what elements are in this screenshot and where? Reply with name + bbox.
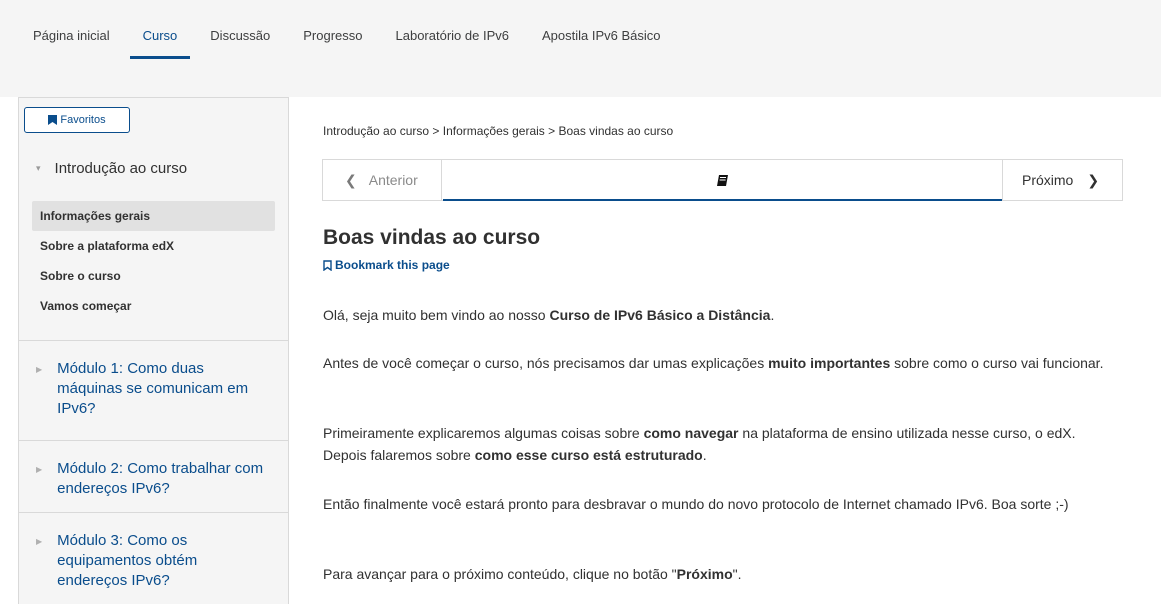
page-title: Boas vindas ao curso (323, 226, 541, 249)
text: ". (732, 566, 742, 582)
chapter-title: Módulo 2: Como trabalhar com endereços I… (57, 460, 264, 497)
expand-arrow-icon: ▶ (36, 537, 43, 546)
tab-home[interactable]: Página inicial (33, 28, 110, 55)
text-bold: como esse curso está estruturado (474, 447, 703, 463)
favorites-label: Favoritos (60, 114, 106, 126)
paragraph-intro: Antes de você começar o curso, nós preci… (323, 352, 1133, 374)
text: . (702, 447, 707, 463)
sequence-navigation: ❮ Anterior Próximo ❯ (322, 159, 1123, 201)
favorites-button[interactable]: Favoritos (24, 107, 130, 133)
sidebar-item-edx-platform[interactable]: Sobre a plataforma edX (32, 231, 275, 261)
paragraph-navigation: Primeiramente explicaremos algumas coisa… (323, 422, 1103, 466)
chapter-title: Módulo 1: Como duas máquinas se comunica… (57, 360, 249, 417)
tab-discussion[interactable]: Discussão (210, 28, 270, 55)
chapter-title: Módulo 3: Como os equipamentos obtém end… (57, 532, 198, 589)
course-tabs-bar: Página inicial Curso Discussão Progresso… (0, 0, 1161, 97)
tab-course[interactable]: Curso (129, 28, 190, 59)
paragraph-ready: Então finalmente você estará pronto para… (323, 496, 1069, 512)
chevron-left-icon: ❮ (345, 171, 357, 188)
sidebar-item-general-info[interactable]: Informações gerais (32, 201, 275, 231)
bookmark-page-button[interactable]: Bookmark this page (323, 258, 450, 272)
paragraph-next-hint: Para avançar para o próximo conteúdo, cl… (323, 563, 742, 585)
breadcrumb: Introdução ao curso > Informações gerais… (323, 124, 674, 138)
sequence-current-unit[interactable] (443, 160, 1002, 201)
tab-ipv6-handout[interactable]: Apostila IPv6 Básico (542, 28, 661, 55)
course-outline-sidebar: Favoritos ▾ Introdução ao curso Informaç… (18, 97, 289, 604)
book-icon (717, 174, 728, 186)
text-bold: Próximo (676, 566, 733, 582)
previous-label: Anterior (368, 172, 418, 188)
section-list: Informações gerais Sobre a plataforma ed… (32, 201, 275, 321)
chapter-title: Introdução ao curso (54, 160, 188, 177)
text-bold: Curso de IPv6 Básico a Distância (549, 307, 771, 323)
bookmark-outline-icon (323, 259, 332, 271)
next-label: Próximo (1022, 172, 1074, 188)
text: sobre como o curso vai funcionar. (890, 355, 1104, 371)
previous-button[interactable]: ❮ Anterior (323, 160, 442, 200)
text-bold: como navegar (643, 425, 739, 441)
text-bold: muito importantes (768, 355, 891, 371)
chapter-module-2[interactable]: ▶ Módulo 2: Como trabalhar com endereços… (19, 440, 288, 520)
expand-arrow-icon: ▶ (36, 365, 43, 374)
text: Primeiramente explicaremos algumas coisa… (323, 425, 644, 441)
expand-arrow-icon: ▶ (36, 465, 43, 474)
chevron-right-icon: ❯ (1087, 171, 1100, 188)
text: Antes de você começar o curso, nós preci… (323, 355, 769, 371)
sidebar-item-lets-start[interactable]: Vamos começar (32, 291, 275, 321)
sidebar-item-about-course[interactable]: Sobre o curso (32, 261, 275, 291)
chapter-module-3[interactable]: ▶ Módulo 3: Como os equipamentos obtém e… (19, 512, 288, 605)
tab-ipv6-lab[interactable]: Laboratório de IPv6 (396, 28, 509, 55)
paragraph-welcome: Olá, seja muito bem vindo ao nosso Curso… (323, 304, 774, 326)
bookmark-filled-icon (48, 115, 58, 125)
tab-progress[interactable]: Progresso (303, 28, 362, 55)
text: Olá, seja muito bem vindo ao nosso (323, 307, 550, 323)
collapse-arrow-icon: ▾ (36, 163, 41, 173)
bookmark-label: Bookmark this page (335, 258, 450, 272)
text: . (770, 307, 775, 323)
text: Para avançar para o próximo conteúdo, cl… (323, 566, 677, 582)
next-button[interactable]: Próximo ❯ (1002, 160, 1122, 200)
chapter-intro-open[interactable]: ▾ Introdução ao curso (36, 160, 187, 177)
course-tabs: Página inicial Curso Discussão Progresso… (33, 28, 694, 59)
chapter-module-1[interactable]: ▶ Módulo 1: Como duas máquinas se comuni… (19, 340, 288, 440)
